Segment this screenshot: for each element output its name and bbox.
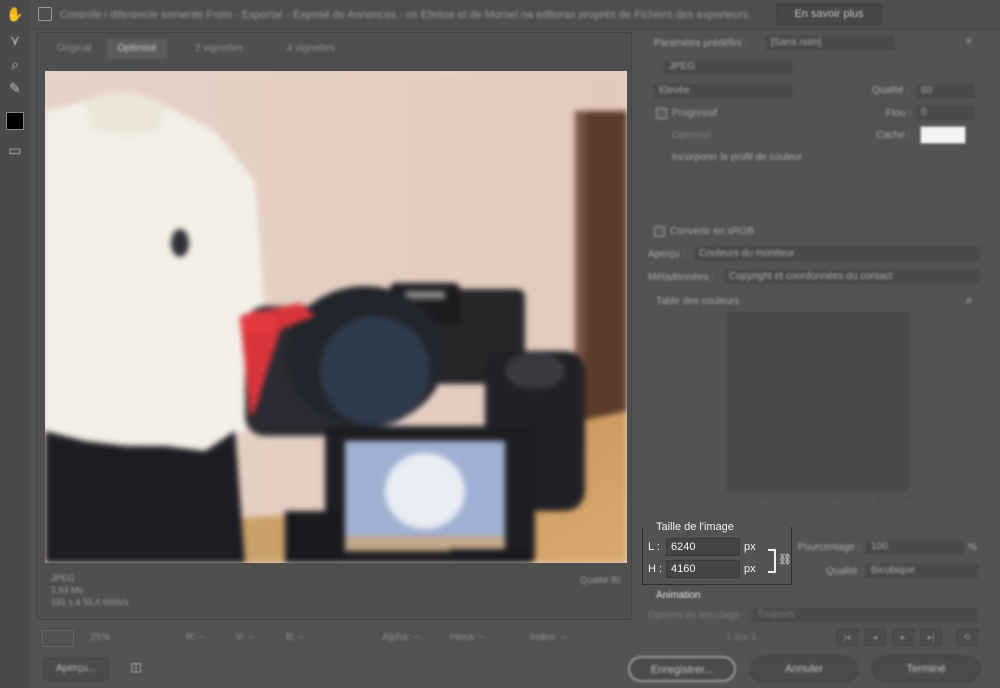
cancel-button[interactable]: Annuler [750, 656, 858, 682]
percent-label: Pourcentage : [798, 542, 861, 553]
percent-input[interactable]: 100 [866, 540, 964, 554]
zoom-menu-button[interactable] [42, 630, 74, 647]
embed-profile-label: Incorporer le profil de couleur [672, 152, 803, 163]
loop-options-label: Options de bouclage : [648, 610, 746, 621]
map-color-icon[interactable]: ◌ [760, 498, 780, 509]
done-button[interactable]: Terminé [872, 656, 980, 682]
window-title: Controle i diferencie somente Freto - Ex… [60, 9, 749, 21]
percent-unit: % [968, 542, 977, 553]
animation-label: Animation [656, 590, 701, 601]
save-button[interactable]: Enregistrer... [628, 656, 736, 682]
image-size-title: Taille de l'image [652, 521, 738, 533]
width-input[interactable] [666, 538, 740, 556]
readout-red: R: -- [186, 632, 206, 643]
tool-strip: ✋ ⋎ ⌕ ✎ ▭ [0, 0, 30, 688]
metadata-label: Métadonnées : [648, 272, 715, 283]
readout-hex: Hexa: -- [450, 632, 486, 643]
quality-input[interactable]: 60 [916, 84, 974, 98]
delete-color-icon[interactable]: ◌ [907, 498, 927, 509]
eyedropper-color-swatch[interactable] [6, 112, 24, 130]
convert-srgb-label: Convertir en sRGB [670, 226, 754, 237]
readout-green: V: -- [236, 632, 255, 643]
preview-in-browser-button[interactable]: Aperçu... [44, 658, 108, 680]
blur-input[interactable]: 0 [916, 106, 974, 120]
loop-options-select[interactable]: Toujours [752, 608, 978, 622]
status-bar: 25% R: -- V: -- B: -- Alpha: -- Hexa: --… [36, 626, 632, 652]
preview-mode-label: Aperçu : [648, 249, 686, 260]
lock-color-icon[interactable]: ◌ [833, 498, 853, 509]
tab-original[interactable]: Original [49, 39, 99, 59]
hand-tool-icon[interactable]: ✋ [5, 4, 25, 24]
constrain-bracket [768, 549, 776, 573]
zoom-level[interactable]: 25% [90, 632, 110, 643]
color-table-label: Table des couleurs [656, 296, 740, 307]
loop-button[interactable]: ⟲ [956, 628, 978, 646]
link-proportions-icon[interactable]: ⛓ [778, 553, 792, 567]
height-label: H : [648, 563, 663, 575]
preset-select[interactable]: [Sans nom] [766, 36, 894, 50]
matte-label: Cache : [876, 130, 911, 141]
last-frame-button[interactable]: ▸| [920, 628, 942, 646]
preset-label: Paramètre prédéfini : [654, 38, 748, 49]
resample-quality-select[interactable]: Bicubique [866, 564, 978, 578]
eyedropper-icon[interactable]: ✎ [5, 78, 25, 98]
frame-counter: 1 sur 1 [726, 632, 757, 643]
new-color-icon[interactable]: ◌ [870, 498, 890, 509]
previous-frame-button[interactable]: ◂ [864, 628, 886, 646]
optimized-label: Optimisé [672, 130, 712, 141]
view-tabs: Original Optimisé 2 vignettes 4 vignette… [37, 33, 633, 61]
preview-file-size: 1,63 Mo [51, 585, 84, 595]
toggle-slices-icon[interactable]: ▭ [5, 140, 25, 160]
color-table-menu-icon[interactable]: ≡ [966, 296, 972, 307]
resample-quality-label: Qualité : [826, 566, 864, 577]
color-table-actions[interactable]: ◌ ◌ ◌ ◌ ◌ [760, 498, 927, 509]
panel-menu-icon[interactable]: ≡ [966, 36, 972, 47]
first-frame-button[interactable]: |◂ [836, 628, 858, 646]
learn-more-button[interactable]: En savoir plus [776, 4, 882, 25]
tab-2-up[interactable]: 2 vignettes [177, 39, 261, 59]
progressive-checkbox[interactable] [656, 108, 667, 119]
window-title-bar: Controle i diferencie somente Freto - Ex… [0, 0, 1000, 30]
tab-4-up[interactable]: 4 vignettes [269, 39, 353, 59]
width-unit: px [744, 541, 756, 553]
height-unit: px [744, 563, 756, 575]
preview-panel: Original Optimisé 2 vignettes 4 vignette… [36, 32, 632, 620]
readout-index: Index: -- [530, 632, 567, 643]
preview-info: JPEG 1,63 Mo 191 s à 56,6 kbits/s Qualit… [47, 571, 625, 615]
readout-alpha: Alpha: -- [382, 632, 420, 643]
web-shift-icon[interactable]: ◌ [797, 498, 817, 509]
preview-mode-select[interactable]: Couleurs du moniteur [694, 247, 980, 261]
photo-person-with-camera [45, 71, 627, 563]
optimized-preview-image[interactable] [45, 71, 627, 563]
play-button[interactable]: ▸ [892, 628, 914, 646]
tab-optimized[interactable]: Optimisé [107, 39, 167, 59]
color-table[interactable] [726, 312, 910, 492]
slice-select-icon[interactable]: ⋎ [5, 30, 25, 50]
width-label: L : [648, 541, 660, 553]
format-select[interactable]: JPEG [664, 60, 792, 74]
quality-preset-select[interactable]: Élevée [654, 84, 792, 98]
blur-label: Flou : [886, 108, 912, 119]
preview-download-time: 191 s à 56,6 kbits/s [51, 597, 129, 607]
animation-controls: 1 sur 1 |◂ ◂ ▸ ▸| ⟲ [640, 626, 1000, 650]
progressive-label: Progressif [672, 108, 718, 119]
zoom-tool-icon[interactable]: ⌕ [5, 54, 25, 74]
matte-color-swatch[interactable] [920, 126, 966, 144]
preview-quality: Qualité 80 [579, 575, 621, 585]
browser-icon[interactable]: ◫ [124, 660, 148, 678]
quality-label: Qualité : [872, 85, 910, 96]
preview-format: JPEG [51, 573, 75, 583]
document-icon [38, 7, 52, 21]
readout-blue: B: -- [286, 632, 305, 643]
convert-srgb-checkbox[interactable] [654, 226, 665, 237]
metadata-select[interactable]: Copyright et coordonnées du contact [724, 270, 980, 284]
height-input[interactable] [666, 560, 740, 578]
